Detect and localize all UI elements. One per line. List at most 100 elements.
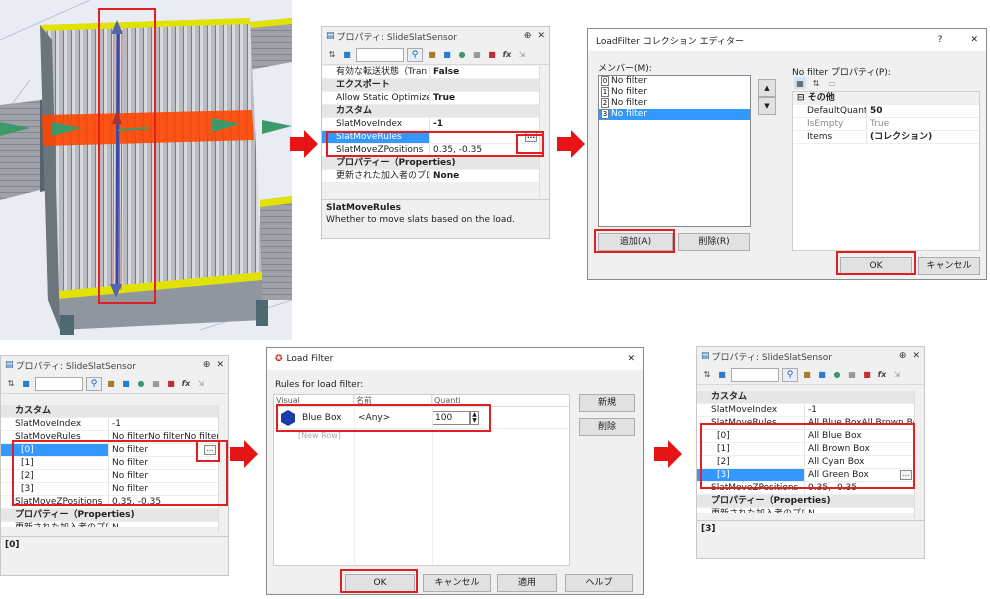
move-down-button[interactable]: ▼ [758, 97, 776, 115]
conveyor-3d-view[interactable] [0, 0, 292, 340]
section-row[interactable]: プロパティー（Properties) [322, 157, 539, 170]
ok-highlight [340, 569, 418, 593]
tool-icon-4[interactable]: ▦ [846, 369, 858, 381]
remove-button[interactable]: 削除(R) [678, 233, 750, 251]
property-row[interactable]: 更新された加入者のプロN [1, 522, 218, 528]
new-button[interactable]: 新規 [579, 394, 635, 412]
scrollbar[interactable] [914, 391, 924, 519]
tool-icon-1[interactable]: ■ [801, 369, 813, 381]
dialog-title-bar: LoadFilter コレクション エディター ? ✕ [588, 29, 986, 51]
expand-icon[interactable]: ⇲ [516, 49, 528, 61]
search-icon[interactable]: ⚲ [86, 376, 102, 391]
close-icon[interactable]: ✕ [216, 360, 224, 370]
dialog-title: Load Filter [286, 354, 334, 364]
pages-icon[interactable]: ▭ [826, 77, 838, 89]
section-row[interactable]: ⊟ その他 [793, 92, 979, 105]
section-row[interactable]: カスタム [697, 391, 914, 404]
expand-icon[interactable]: ⇲ [891, 369, 903, 381]
tool-icon-1[interactable]: ■ [105, 378, 117, 390]
tool-icon-2[interactable]: ■ [441, 49, 453, 61]
expand-icon[interactable]: ⇲ [195, 378, 207, 390]
tool-icon-2[interactable]: ■ [816, 369, 828, 381]
property-row[interactable]: SlatMoveIndex -1 [1, 418, 218, 431]
sort-icon[interactable]: ⇅ [810, 77, 822, 89]
tool-icon-3[interactable]: ● [135, 378, 147, 390]
cancel-button[interactable]: キャンセル [423, 574, 491, 592]
add-highlight [594, 229, 675, 253]
tool-icon-5[interactable]: ■ [486, 49, 498, 61]
property-row[interactable]: 更新された加入者のプロ None [322, 170, 539, 183]
tool-icon-1[interactable]: ■ [426, 49, 438, 61]
list-item[interactable]: 0 No filter [599, 76, 750, 87]
categorized-icon[interactable]: ▦ [794, 77, 806, 89]
property-row[interactable]: Allow Static Optimize True [322, 92, 539, 105]
property-row[interactable]: SlatMoveIndex -1 [697, 404, 914, 417]
tool-icon-3[interactable]: ● [831, 369, 843, 381]
cube-icon[interactable]: ■ [716, 369, 728, 381]
section-row[interactable]: プロパティー（Properties) [1, 509, 218, 522]
search-icon[interactable]: ⚲ [407, 47, 423, 62]
property-row[interactable]: SlatMoveIndex -1 [322, 118, 539, 131]
list-item-selected[interactable]: 3 No filter [599, 109, 750, 120]
dialog-title: LoadFilter コレクション エディター [596, 36, 744, 47]
close-icon[interactable]: ✕ [970, 35, 978, 45]
description-text: Whether to move slats based on the load. [326, 215, 515, 225]
tool-icon-5[interactable]: ■ [861, 369, 873, 381]
tool-icon-2[interactable]: ■ [120, 378, 132, 390]
search-input[interactable] [35, 376, 83, 391]
members-list[interactable]: 0 No filter 1 No filter 2 No filter 3 No fil… [598, 75, 751, 227]
list-item[interactable]: 2 No filter [599, 98, 750, 109]
panel-title-bar: ▤ プロパティ: SlideSlatSensor ⊕ ✕ [1, 356, 228, 374]
description-pane: [3] [697, 520, 924, 558]
cube-icon[interactable]: ■ [20, 378, 32, 390]
tool-icon-3[interactable]: ● [456, 49, 468, 61]
property-row[interactable]: 有効な転送状態（Tran False [322, 66, 539, 79]
fx-icon[interactable]: fx [501, 49, 513, 61]
description-title: [3] [701, 524, 716, 534]
rules-highlight [326, 131, 544, 157]
property-row[interactable]: IsEmpty True [793, 118, 979, 131]
row-highlight [276, 404, 491, 432]
description-title: [0] [5, 540, 20, 550]
pin-icon[interactable]: ⊕ [524, 31, 532, 41]
property-row[interactable]: 更新された加入者のプロN [697, 508, 914, 514]
arrow-1 [290, 130, 318, 158]
app-icon: ✪ [275, 354, 283, 364]
section-row[interactable]: プロパティー（Properties) [697, 495, 914, 508]
list-item[interactable]: 1 No filter [599, 87, 750, 98]
sort-icon[interactable]: ⇅ [701, 369, 713, 381]
panel-toolbar: ⇅ ■ ⚲ ■ ■ ● ▦ ■ fx ⇲ [1, 374, 228, 394]
fx-icon[interactable]: fx [180, 378, 192, 390]
search-input[interactable] [731, 367, 779, 382]
sort-icon[interactable]: ⇅ [5, 378, 17, 390]
arrow-3 [230, 440, 258, 468]
tool-icon-4[interactable]: ▦ [150, 378, 162, 390]
cancel-button[interactable]: キャンセル [918, 257, 980, 275]
pin-icon[interactable]: ⊕ [203, 360, 211, 370]
section-row[interactable]: カスタム [322, 105, 539, 118]
close-icon[interactable]: ✕ [912, 351, 920, 361]
section-row[interactable]: カスタム [1, 405, 218, 418]
panel-title-bar: ▤ プロパティ: SlideSlatSensor ⊕ ✕ [322, 27, 549, 45]
close-icon[interactable]: ✕ [627, 354, 635, 364]
close-icon[interactable]: ✕ [537, 31, 545, 41]
tool-icon-4[interactable]: ▦ [471, 49, 483, 61]
panel-title: プロパティ: SlideSlatSensor [336, 32, 457, 43]
ellipsis-highlight [516, 134, 544, 154]
tool-icon-5[interactable]: ■ [165, 378, 177, 390]
section-row[interactable]: エクスポート [322, 79, 539, 92]
property-row[interactable]: DefaultQuantity50 [793, 105, 979, 118]
delete-button[interactable]: 削除 [579, 418, 635, 436]
apply-button[interactable]: 適用 [497, 574, 557, 592]
cube-icon[interactable]: ■ [341, 49, 353, 61]
items-highlight [700, 423, 915, 489]
help-button[interactable]: ? [938, 35, 943, 45]
sort-icon[interactable]: ⇅ [326, 49, 338, 61]
fx-icon[interactable]: fx [876, 369, 888, 381]
move-up-button[interactable]: ▲ [758, 79, 776, 97]
pin-icon[interactable]: ⊕ [899, 351, 907, 361]
property-row[interactable]: Items (コレクション) [793, 131, 979, 144]
search-icon[interactable]: ⚲ [782, 367, 798, 382]
help-button[interactable]: ヘルプ [565, 574, 633, 592]
search-input[interactable] [356, 47, 404, 62]
